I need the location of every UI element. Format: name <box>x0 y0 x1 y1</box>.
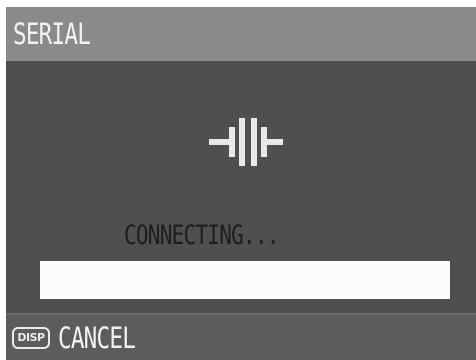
cancel-button[interactable]: CANCEL <box>58 321 136 355</box>
connection-progress-bar <box>40 261 450 299</box>
screen-title: SERIAL <box>13 17 91 51</box>
camera-screen: SERIAL CONNECTING... DISP CANCEL <box>6 7 476 360</box>
bottom-bar: DISP CANCEL <box>6 313 476 360</box>
title-bar: SERIAL <box>6 7 476 61</box>
connection-progress-fill <box>40 261 450 299</box>
disp-button-icon[interactable]: DISP <box>12 327 50 349</box>
serial-connector-icon <box>209 118 283 166</box>
connection-status-text: CONNECTING... <box>124 220 279 251</box>
